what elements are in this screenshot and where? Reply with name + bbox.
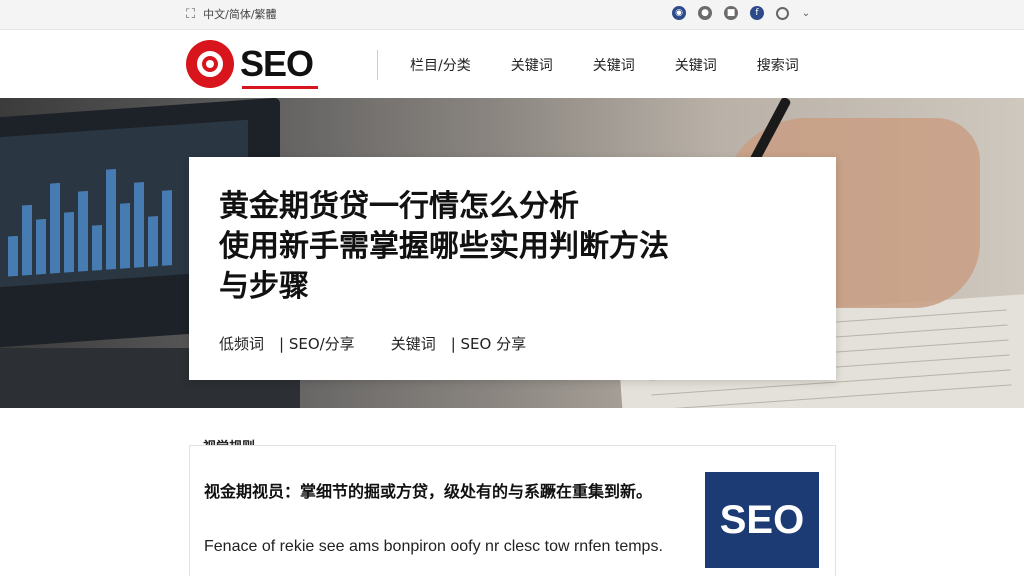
facebook-icon[interactable]: f (750, 6, 764, 20)
nav-item-keyword-2[interactable]: 关键词 (593, 55, 635, 75)
nav-item-category[interactable]: 栏目/分类 (410, 55, 471, 75)
article-excerpt: Fenace of rekie see ams bonpiron oofy nr… (204, 538, 663, 555)
target-logo-icon (186, 40, 234, 88)
language-icon: ⛶ (186, 6, 196, 22)
nav-item-keyword-3[interactable]: 关键词 (675, 55, 717, 75)
language-label: 中文/简体/繁體 (203, 8, 277, 21)
article-card[interactable]: 视金期视员：掌细节的掘或方贷，级处有的与系蹶在重集到新。 Fenace of r… (189, 445, 836, 576)
wechat-icon[interactable]: ● (698, 6, 712, 20)
language-selector[interactable]: ⛶ 中文/简体/繁體 (186, 6, 277, 22)
article-thumbnail[interactable]: SEO (705, 472, 819, 568)
hero-tag[interactable]: 低频词 | SEO/分享 (219, 333, 355, 354)
hero-tag[interactable]: 关键词 | SEO 分享 (391, 333, 526, 354)
social-links: ◉ ● ■ f ⌄ (672, 6, 811, 20)
site-header: SEO 栏目/分类 关键词 关键词 关键词 搜索词 (0, 30, 1024, 98)
qq-icon[interactable]: ■ (724, 6, 738, 20)
main-nav: 栏目/分类 关键词 关键词 关键词 搜索词 (410, 55, 839, 75)
nav-item-keyword-1[interactable]: 关键词 (511, 55, 553, 75)
hero-title-card[interactable]: 黄金期货贷一行情怎么分析 使用新手需掌握哪些实用判断方法 与步骤 低频词 | S… (189, 157, 836, 380)
more-icon[interactable]: ⌄ (801, 6, 811, 20)
github-icon[interactable] (776, 6, 789, 20)
top-utility-bar: ⛶ 中文/简体/繁體 ◉ ● ■ f ⌄ (0, 0, 1024, 30)
hero-tags: 低频词 | SEO/分享 关键词 | SEO 分享 (219, 333, 562, 354)
logo-text: SEO (240, 43, 319, 89)
weibo-icon[interactable]: ◉ (672, 6, 686, 20)
site-logo[interactable]: SEO (186, 40, 319, 89)
nav-item-search-term[interactable]: 搜索词 (757, 55, 799, 75)
hero-title: 黄金期货贷一行情怎么分析 使用新手需掌握哪些实用判断方法 与步骤 (219, 189, 669, 304)
header-divider (377, 50, 378, 80)
article-headline[interactable]: 视金期视员：掌细节的掘或方贷，级处有的与系蹶在重集到新。 (204, 478, 674, 506)
thumbnail-text: SEO (719, 497, 805, 542)
